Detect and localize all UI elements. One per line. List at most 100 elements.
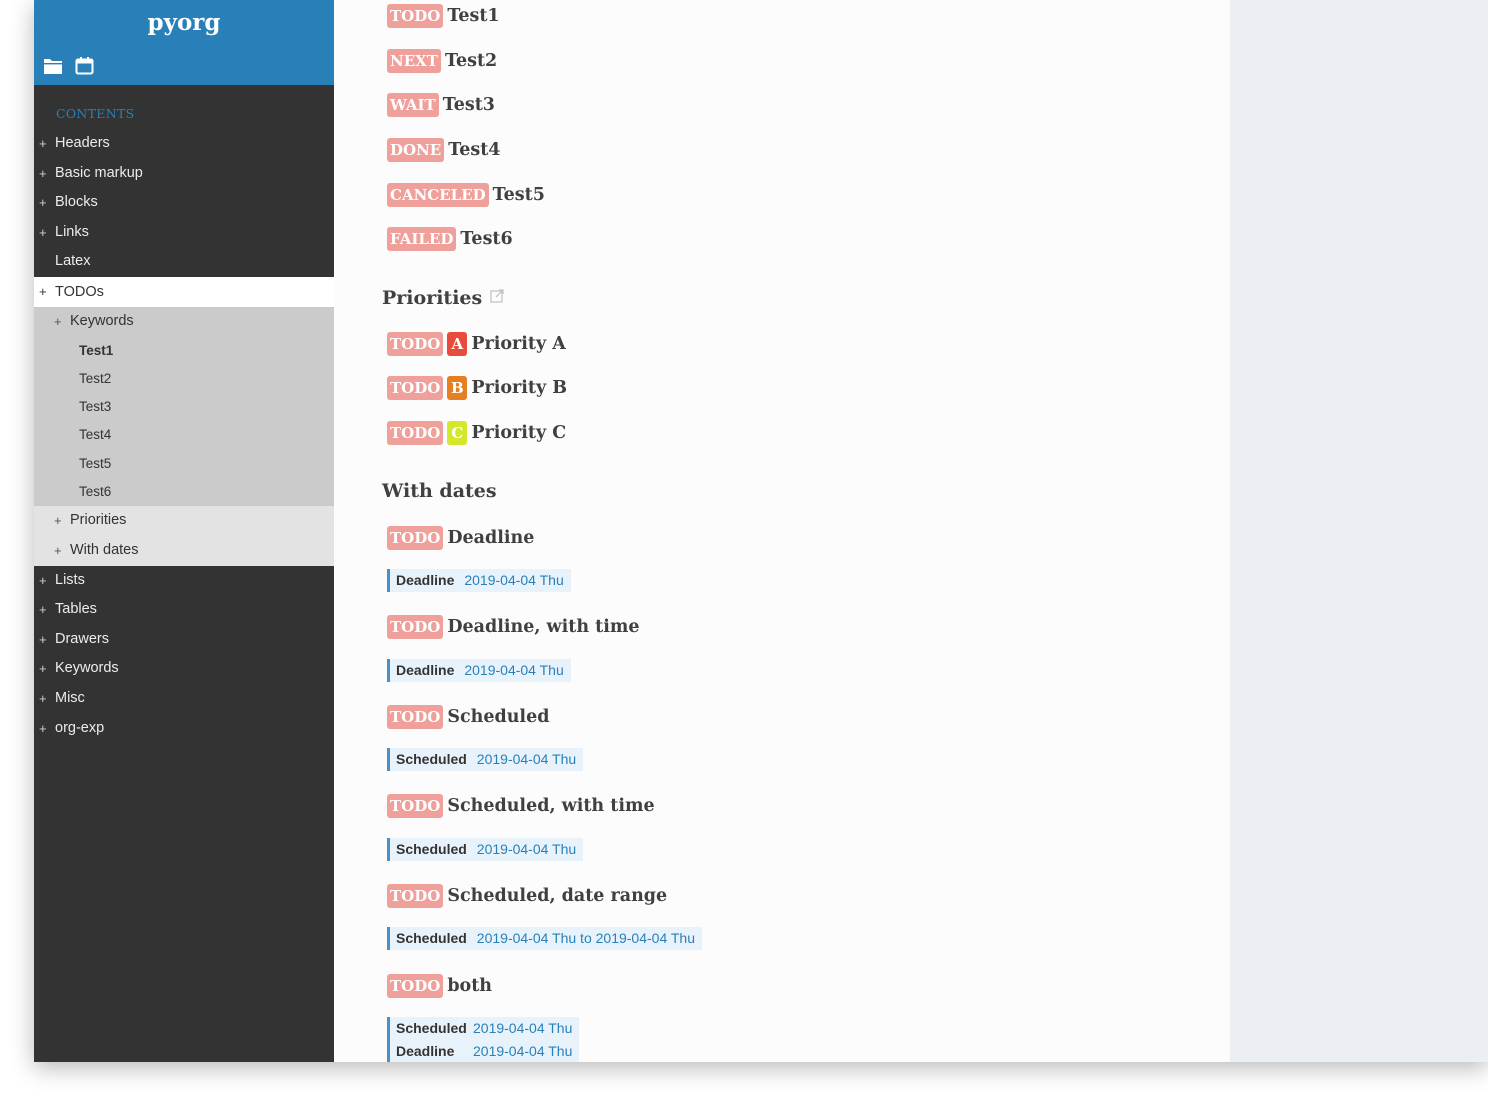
date-value[interactable]: 2019-04-04 Thu [477,751,576,767]
sidebar-item-test5[interactable]: Test5 [34,449,334,479]
date-label: Scheduled [396,1020,467,1036]
expand-icon[interactable]: + [39,714,47,744]
todo-keyword-badge: TODO [387,4,444,28]
sidebar-item-headers[interactable]: + Headers [34,129,334,159]
sidebar-nav: + Headers + Basic markup + Blocks + Links La… [34,129,334,743]
expand-icon[interactable]: + [39,684,47,714]
expand-icon[interactable]: + [39,595,47,625]
todo-title: Scheduled, with time [447,796,655,816]
date-label: Scheduled [396,751,467,767]
sidebar-item-tables[interactable]: + Tables [34,595,334,625]
todo-keyword-badge: NEXT [387,49,441,73]
todo-item: FAILED Test6 [387,227,513,253]
sidebar-item-misc[interactable]: + Misc [34,684,334,714]
sidebar-item-with-dates[interactable]: + With dates [34,535,334,566]
todo-keyword-badge: CANCELED [387,183,489,207]
expand-icon[interactable]: + [39,129,47,159]
date-value[interactable]: 2019-04-04 Thu [464,572,563,588]
sidebar-item-test6[interactable]: Test6 [34,478,334,507]
todo-title: both [447,976,493,996]
expand-icon[interactable]: + [39,566,47,596]
sidebar-item-test2[interactable]: Test2 [34,364,334,394]
sidebar-item-drawers[interactable]: + Drawers [34,625,334,655]
date-value[interactable]: 2019-04-04 Thu [473,1020,572,1036]
sidebar-item-keywords[interactable]: + Keywords [34,306,334,337]
todo-title: Test6 [460,229,513,249]
todo-item: TODO Scheduled, date range [387,884,667,910]
expand-icon[interactable]: + [39,654,47,684]
sidebar-item-basic-markup[interactable]: + Basic markup [34,159,334,189]
contents-label: CONTENTS [56,106,135,121]
expand-icon[interactable]: + [54,506,62,536]
date-label: Scheduled [396,841,467,857]
date-label: Deadline [396,662,455,678]
sidebar-header: pyorg [34,0,334,85]
date-box: Deadline 2019-04-04 Thu [387,659,571,682]
todo-keyword-badge: TODO [387,615,444,639]
date-box: Deadline 2019-04-04 Thu [387,569,571,592]
sidebar-item-label: Test1 [79,342,114,358]
sidebar-item-label: With dates [70,541,139,558]
sidebar-item-label: Misc [55,689,85,706]
folder-icon[interactable] [43,57,63,75]
sidebar-item-keywords-section[interactable]: + Keywords [34,654,334,684]
todo-keyword-badge: TODO [387,421,444,445]
todo-title: Scheduled [447,707,550,727]
date-value[interactable]: 2019-04-04 Thu [473,1043,572,1059]
calendar-icon[interactable] [75,57,95,75]
todo-item: TODO C Priority C [387,421,566,447]
todo-title: Priority A [471,334,566,354]
sidebar-item-label: Test4 [79,427,112,443]
date-value[interactable]: 2019-04-04 Thu [464,662,563,678]
sidebar-item-test4[interactable]: Test4 [34,421,334,450]
sidebar-item-test1[interactable]: Test1 [34,336,334,365]
expand-icon[interactable]: + [54,307,62,337]
sidebar-item-label: org-exp [55,719,105,736]
date-box: Scheduled 2019-04-04 Thu Deadline 2019-04-… [387,1017,580,1062]
todo-item: CANCELED Test5 [387,183,545,209]
expand-icon[interactable]: + [39,188,47,218]
sidebar-item-links[interactable]: + Links [34,218,334,248]
date-box: Scheduled 2019-04-04 Thu to 2019-04-04 Th… [387,927,702,950]
sidebar-item-label: Headers [55,135,110,151]
todo-item: DONE Test4 [387,138,500,164]
date-value[interactable]: 2019-04-04 Thu to 2019-04-04 Thu [477,930,695,946]
sidebar-item-label: Priorities [70,512,127,529]
date-box: Scheduled 2019-04-04 Thu [387,838,584,861]
priority-badge: C [447,421,468,445]
app-title[interactable]: pyorg [34,9,334,36]
expand-icon[interactable]: + [54,536,62,566]
sidebar-item-lists[interactable]: + Lists [34,566,334,596]
expand-icon[interactable]: + [39,218,47,248]
external-link-icon[interactable] [490,286,504,308]
expand-icon[interactable]: + [39,277,47,307]
main-content: TODO Test1 NEXT Test2 WAIT Test3 DONE Test4 … [334,0,1230,1062]
heading-text: With dates [382,480,497,502]
sidebar-item-blocks[interactable]: + Blocks [34,188,334,218]
todo-keyword-badge: TODO [387,376,444,400]
expand-icon[interactable]: + [39,625,47,655]
sidebar-item-latex[interactable]: Latex [34,247,334,277]
sidebar-item-org-exp[interactable]: + org-exp [34,714,334,744]
date-value[interactable]: 2019-04-04 Thu [477,841,576,857]
todo-item: WAIT Test3 [387,93,495,119]
todo-title: Priority B [471,378,568,398]
sidebar-item-priorities[interactable]: + Priorities [34,506,334,536]
todo-title: Priority C [471,423,567,443]
sidebar-item-label: Basic markup [55,164,143,181]
expand-icon[interactable]: + [39,159,47,189]
sidebar-item-test3[interactable]: Test3 [34,393,334,422]
sidebar-item-label: Test6 [79,484,112,500]
sidebar-item-label: Tables [55,601,97,618]
todo-keyword-badge: TODO [387,705,444,729]
sidebar-item-label: Keywords [70,312,134,329]
todo-item: TODO Deadline [387,526,534,552]
sidebar-item-label: Latex [55,253,91,270]
todo-item: TODO Test1 [387,4,500,30]
todo-keyword-badge: WAIT [387,93,439,117]
todo-item: NEXT Test2 [387,49,497,75]
todo-title: Scheduled, date range [447,886,668,906]
todo-title: Test4 [448,140,501,160]
sidebar-item-todos[interactable]: + TODOs [34,276,334,307]
sidebar: pyorg CONTENTS + Headers + Basic markup + B… [34,0,334,1062]
